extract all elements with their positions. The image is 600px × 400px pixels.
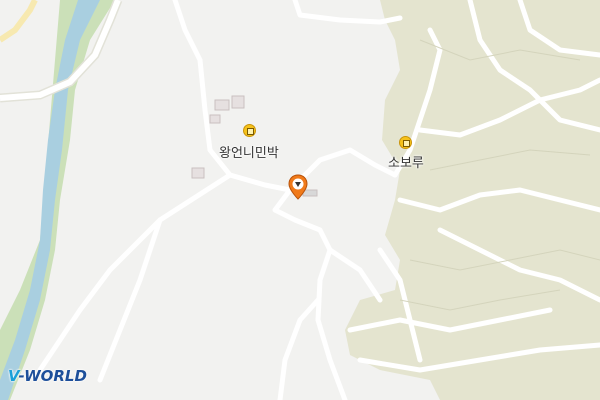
map-canvas[interactable]: 왕언니민박 소보루 V-WORLD — [0, 0, 600, 400]
logo-text: -WORLD — [18, 367, 87, 385]
map-base-layer — [0, 0, 600, 400]
poi-label-soboru[interactable]: 소보루 — [388, 152, 424, 171]
logo-prefix: V — [8, 367, 19, 385]
lodging-icon[interactable] — [243, 124, 256, 137]
road-left — [0, 0, 38, 43]
location-pin-icon[interactable] — [288, 174, 308, 200]
poi-label-wangeonni[interactable]: 왕언니민박 — [219, 142, 279, 161]
vworld-logo: V-WORLD — [8, 367, 87, 385]
lodging-icon[interactable] — [399, 136, 412, 149]
